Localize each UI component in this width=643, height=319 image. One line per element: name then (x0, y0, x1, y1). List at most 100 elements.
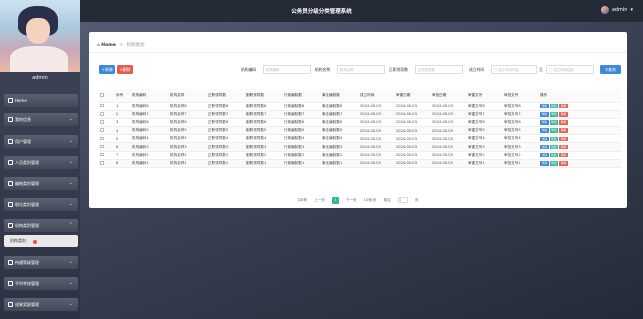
org-name-input[interactable]: 机构名称 (337, 65, 385, 74)
prev-page-button[interactable]: 上一页 (314, 198, 325, 203)
table-cell: 2 (115, 110, 131, 119)
table-cell: 机构名称4 (169, 134, 207, 144)
sidebar-item-personnel-category[interactable]: 人员类别管理 ⌄ (4, 156, 78, 169)
table-cell: 机构编码3 (131, 142, 169, 152)
table-cell: 审批文号1 (503, 159, 539, 169)
sidebar-item-assessment[interactable]: 平时考核管理 ⌄ (4, 277, 78, 290)
next-page-button[interactable]: 下一页 (346, 198, 357, 203)
row-checkbox[interactable] (99, 151, 115, 160)
delete-button[interactable]: ✕ 删除 (117, 65, 133, 74)
table-cell: 审建文号6 (467, 118, 503, 128)
delete-row-button[interactable]: 删除 (559, 144, 568, 150)
detail-button[interactable]: 详情 (540, 103, 549, 109)
user-card-icon (8, 117, 13, 122)
row-actions: 详情 修改 删除 (539, 110, 621, 119)
search-button[interactable]: ⚲ 查询 (600, 65, 621, 74)
table-cell: 事业编制数5 (321, 126, 359, 136)
sidebar-item-position-category[interactable]: 职位类别管理 ⌄ (4, 198, 78, 211)
founded-end-input[interactable]: ▢ 成立时间结束 (546, 65, 594, 74)
chevron-down-icon: ⌄ (68, 138, 73, 144)
table-cell: 2024-05-03 (395, 142, 431, 152)
table-cell: 1 (115, 102, 131, 111)
col-header: 操作 (539, 89, 621, 103)
row-checkbox[interactable] (99, 159, 115, 169)
grid-icon (8, 223, 13, 228)
table-cell: 机构编码5 (131, 126, 169, 136)
sidebar-item-users[interactable]: 用户管理 ⌄ (4, 135, 78, 148)
delete-row-button[interactable]: 删除 (559, 161, 568, 166)
table-cell: 4 (115, 126, 131, 136)
edit-button[interactable]: 修改 (549, 120, 559, 125)
table-cell: 正职领导数5 (207, 126, 245, 136)
table-cell: 2024-05-03 (359, 151, 395, 160)
add-button[interactable]: ＋新增 (99, 65, 115, 74)
page-button[interactable]: 1 (331, 196, 339, 204)
grid-icon (8, 281, 13, 286)
edit-button[interactable]: 修改 (549, 152, 559, 158)
select-all-checkbox[interactable] (99, 89, 115, 103)
edit-button[interactable]: 修改 (549, 103, 559, 109)
org-table: 序号 机构编码 机构名称 正职领导数 副职领导数 行政编制数 事业编制数 成立时… (99, 89, 621, 169)
user-name: admin (611, 7, 628, 13)
page-size-select[interactable]: 10条/页 (364, 198, 377, 203)
detail-button[interactable]: 详情 (540, 144, 549, 150)
table-row: 7 机构编码2 机构名称2 正职领导数2 副职领导数2 行政编制数2 事业编制数2 2024-… (99, 151, 621, 160)
detail-button[interactable]: 详情 (540, 112, 549, 117)
row-checkbox[interactable] (99, 134, 115, 144)
detail-button[interactable]: 详情 (540, 161, 549, 166)
row-checkbox[interactable] (99, 102, 115, 111)
delete-row-button[interactable]: 删除 (559, 152, 568, 158)
col-header: 成立时间 (359, 89, 395, 103)
leader-count-input[interactable]: 正职领导数 (415, 65, 463, 74)
row-checkbox[interactable] (99, 118, 115, 128)
calendar-icon: ▢ (494, 67, 498, 72)
row-checkbox[interactable] (99, 110, 115, 119)
table-cell: 2024-05-03 (359, 126, 395, 136)
sidebar-item-org-category[interactable]: 机构类别管理 ⌃ (4, 219, 78, 232)
cursor-indicator (33, 240, 37, 244)
sidebar-item-home[interactable]: Home (4, 94, 78, 107)
table-cell: 副职领导数6 (245, 118, 283, 128)
edit-button[interactable]: 修改 (549, 128, 559, 133)
delete-row-button[interactable]: 删除 (559, 128, 568, 133)
detail-button[interactable]: 详情 (540, 136, 549, 142)
sidebar-item-rewards[interactable]: 成果奖励管理 ⌄ (4, 298, 78, 311)
detail-button[interactable]: 详情 (540, 120, 549, 125)
calendar-icon: ▢ (549, 67, 553, 72)
breadcrumb-home[interactable]: Home (101, 43, 116, 48)
grid-icon (8, 181, 13, 186)
sidebar-item-treatment-level[interactable]: 待遇等级管理 ⌄ (4, 256, 78, 269)
delete-row-button[interactable]: 删除 (559, 112, 568, 117)
sidebar-subitem-org-category[interactable]: 机构类别 (4, 235, 78, 247)
founded-start-input[interactable]: ▢ 成立时间开始 (491, 65, 537, 74)
sidebar-item-staffing-category[interactable]: 编制类别管理 ⌄ (4, 177, 78, 190)
goto-suffix: 页 (414, 197, 419, 202)
table-cell: 2024-05-03 (431, 142, 467, 152)
goto-input[interactable]: 1 (397, 197, 408, 203)
table-cell: 机构编码1 (131, 159, 169, 169)
edit-button[interactable]: 修改 (549, 136, 559, 142)
detail-button[interactable]: 详情 (540, 152, 549, 158)
delete-row-button[interactable]: 删除 (559, 103, 568, 109)
org-code-input[interactable]: 机构编码 (263, 65, 311, 74)
table-cell: 机构名称8 (169, 102, 207, 111)
row-checkbox[interactable] (99, 126, 115, 136)
table-cell: 事业编制数1 (321, 159, 359, 169)
row-actions: 详情 修改 删除 (539, 134, 621, 144)
delete-row-button[interactable]: 删除 (559, 120, 568, 125)
table-cell: 副职领导数8 (245, 102, 283, 111)
user-menu[interactable]: admin ▾ (600, 6, 633, 14)
sidebar-item-my-info[interactable]: 我的信息 ⌄ (4, 113, 78, 126)
detail-button[interactable]: 详情 (540, 128, 549, 133)
filter-label-founded: 成立时间 (469, 67, 485, 72)
delete-row-button[interactable]: 删除 (559, 136, 568, 142)
row-actions: 详情 修改 删除 (539, 102, 621, 111)
edit-button[interactable]: 修改 (549, 161, 559, 166)
edit-button[interactable]: 修改 (549, 144, 559, 150)
table-cell: 行政编制数6 (283, 118, 321, 128)
edit-button[interactable]: 修改 (549, 112, 559, 117)
user-portrait (0, 0, 80, 72)
table-cell: 2024-05-03 (431, 126, 467, 136)
row-actions: 详情 修改 删除 (539, 151, 621, 160)
row-checkbox[interactable] (99, 142, 115, 152)
